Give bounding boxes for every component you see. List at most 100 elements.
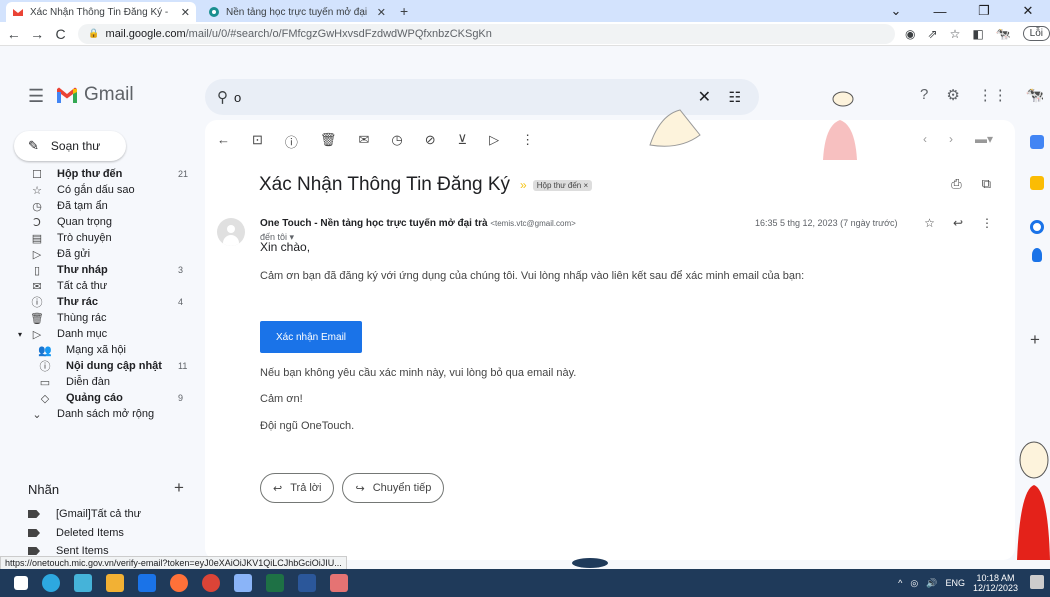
mark-unread-icon[interactable]: ✉ [358, 132, 369, 151]
excel-icon[interactable] [266, 574, 284, 592]
expand-caret-icon[interactable]: ▾ [18, 330, 22, 339]
sidebar-item[interactable]: ◇ Quảng cáo 9 [0, 390, 200, 406]
sidebar-item[interactable]: ▯ Thư nháp 3 [0, 262, 200, 278]
forward-icon[interactable]: → [27, 26, 46, 42]
sidebar-item[interactable]: Ↄ Quan trọng [0, 214, 200, 230]
clock[interactable]: 10:18 AM 12/12/2023 [973, 573, 1018, 593]
sidebar-expand-item[interactable]: ⌄ Danh sách mở rộng [0, 406, 200, 422]
sidebar-item[interactable]: 👥 Mạng xã hội [0, 342, 200, 358]
sidebar-item[interactable]: ☆ Có gắn dấu sao [0, 182, 200, 198]
label-icon[interactable]: ▷ [489, 132, 499, 151]
settings-gear-icon[interactable]: ⚙ [946, 86, 959, 104]
report-spam-icon[interactable]: ⓘ [285, 132, 298, 151]
minimize-button[interactable]: — [918, 4, 962, 19]
open-new-window-icon[interactable]: ⧉ [982, 176, 991, 192]
sidebar-item[interactable]: ▾ ▷ Danh mục [0, 326, 200, 342]
mail-app-icon[interactable] [138, 574, 156, 592]
account-avatar[interactable]: 🐄 [1026, 86, 1045, 104]
important-marker-icon[interactable]: » [520, 178, 527, 192]
forward-button[interactable]: ↪ Chuyển tiếp [342, 473, 445, 503]
firefox-icon[interactable] [170, 574, 188, 592]
error-button[interactable]: Lỗi [1022, 26, 1050, 41]
eye-icon[interactable]: ◉ [905, 27, 915, 41]
get-addons-icon[interactable]: + [1030, 330, 1040, 350]
keyboard-icon[interactable]: ▬▾ [975, 132, 993, 146]
windows-start-icon[interactable] [14, 576, 28, 590]
label-item[interactable]: Deleted Items [28, 527, 124, 539]
bookmark-star-icon[interactable]: ☆ [950, 27, 961, 41]
reply-icon[interactable]: ↩ [953, 216, 963, 230]
share-icon[interactable]: ⇗ [928, 27, 938, 41]
inbox-badge[interactable]: Hộp thư đến × [532, 179, 593, 191]
labels-heading: Nhãn [28, 482, 60, 497]
archive-icon[interactable]: ⊡ [252, 132, 263, 151]
sidebar-item[interactable]: ⓘ Thư rác 4 [0, 294, 200, 310]
prev-email-icon[interactable]: ‹ [923, 132, 927, 146]
app-icon[interactable] [234, 574, 252, 592]
back-to-list-icon[interactable]: ← [217, 132, 230, 151]
tab-onetouch[interactable]: Nền tảng học trực tuyến mở đại ✕ [202, 2, 392, 22]
back-icon[interactable]: ← [4, 26, 23, 42]
more-message-icon[interactable]: ⋮ [981, 216, 993, 230]
add-label-icon[interactable]: + [174, 478, 184, 498]
search-options-icon[interactable]: ☷ [728, 89, 741, 106]
search-input[interactable]: o [234, 90, 241, 105]
notification-icon[interactable] [1030, 575, 1044, 589]
main-menu-icon[interactable]: ☰ [28, 86, 44, 107]
url-bar[interactable]: 🔒 mail.google.com /mail/u/0/#search/o/FM… [78, 23, 896, 44]
sidebar-item[interactable]: ⓘ Nội dung cập nhật 11 [0, 358, 200, 374]
all-mail-icon: ✉ [32, 280, 42, 293]
tab-gmail[interactable]: Xác Nhận Thông Tin Đăng Ký - ✕ [6, 2, 196, 22]
edge-icon[interactable] [42, 574, 60, 592]
sidebar-item[interactable]: 🗑 Thùng rác [0, 310, 200, 326]
keep-icon[interactable] [1030, 176, 1044, 190]
more-options-icon[interactable]: ⋮ [521, 132, 534, 151]
network-icon[interactable]: ◎ [910, 578, 918, 589]
sender-email: <temis.vtc@gmail.com> [490, 219, 576, 228]
tab-search-icon[interactable]: ⌄ [874, 3, 918, 19]
tasks-icon[interactable] [1030, 220, 1044, 234]
apps-grid-icon[interactable]: ⋮⋮ [978, 86, 1008, 104]
language-indicator[interactable]: ENG [945, 578, 965, 588]
calendar-icon[interactable] [1030, 135, 1044, 149]
contacts-icon[interactable] [1032, 248, 1042, 262]
restore-button[interactable]: ❐ [962, 3, 1006, 19]
next-email-icon[interactable]: › [949, 132, 953, 146]
reply-button[interactable]: ↩ Trả lời [260, 473, 335, 503]
sidebar-item[interactable]: ◷ Đã tạm ẩn [0, 198, 200, 214]
word-icon[interactable] [298, 574, 316, 592]
pinned-app-icon[interactable] [330, 574, 348, 592]
add-task-icon[interactable]: ⊘ [425, 132, 436, 151]
compose-label: Soạn thư [50, 139, 101, 153]
sidebar-item[interactable]: ▤ Trò chuyện [0, 230, 200, 246]
sidebar-item[interactable]: ▭ Diễn đàn [0, 374, 200, 390]
delete-icon[interactable]: 🗑 [320, 132, 337, 151]
sidebar-item[interactable]: ☐ Hộp thư đến 21 [0, 166, 200, 182]
sidepanel-icon[interactable]: ◧ [972, 27, 983, 41]
help-icon[interactable]: ? [920, 86, 928, 104]
compose-button[interactable]: ✎ Soạn thư [14, 131, 126, 161]
close-window-button[interactable]: ✕ [1006, 3, 1050, 19]
lock-icon[interactable]: 🔒 [88, 28, 99, 39]
star-message-icon[interactable]: ☆ [924, 216, 935, 230]
tray-arrow-icon[interactable]: ^ [898, 578, 902, 588]
confirm-email-button[interactable]: Xác nhận Email [260, 321, 362, 353]
volume-icon[interactable]: 🔊 [926, 578, 937, 589]
reload-icon[interactable]: C [51, 26, 70, 42]
chat-icon: ▤ [31, 232, 43, 245]
move-to-icon[interactable]: ⊻ [458, 132, 468, 151]
new-tab-button[interactable]: + [400, 3, 408, 19]
close-tab-icon[interactable]: ✕ [377, 6, 386, 19]
file-explorer-icon[interactable] [106, 574, 124, 592]
search-icon[interactable]: ⚲ [217, 88, 228, 106]
extension-icon[interactable]: 🐄 [996, 27, 1011, 41]
close-tab-icon[interactable]: ✕ [181, 6, 190, 19]
print-icon[interactable]: ⎙ [951, 176, 961, 192]
snooze-icon[interactable]: ◷ [391, 132, 402, 151]
label-item[interactable]: [Gmail]Tất cả thư [28, 508, 141, 520]
chrome-icon[interactable] [202, 574, 220, 592]
store-icon[interactable] [74, 574, 92, 592]
gmail-logo[interactable]: Gmail [56, 84, 134, 106]
sidebar-item[interactable]: ▷ Đã gửi [0, 246, 200, 262]
sidebar-item[interactable]: ✉ Tất cả thư [0, 278, 200, 294]
